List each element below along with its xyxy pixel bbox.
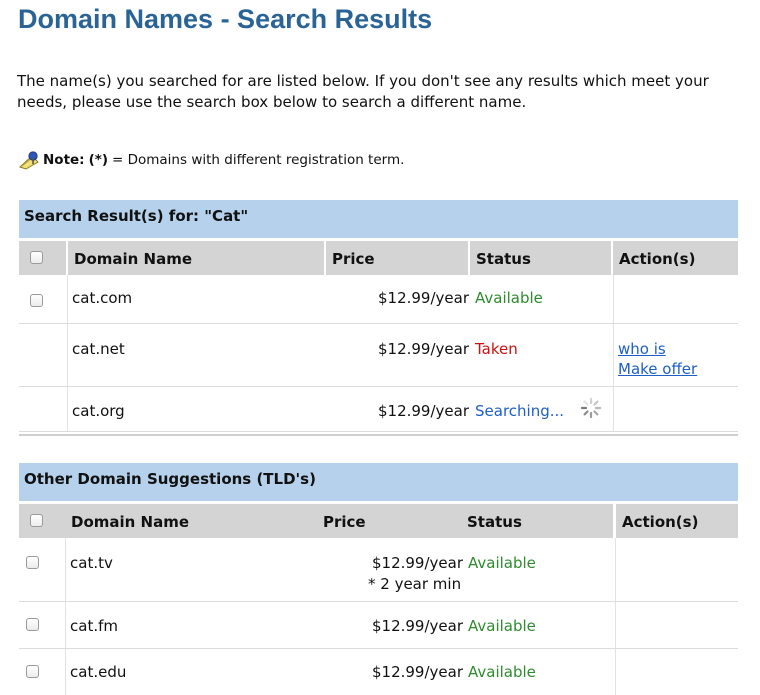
note-text: = Domains with different registration te… [112, 152, 405, 168]
note-label: Note: [43, 152, 85, 168]
domain-price: $12.99/year [371, 554, 463, 572]
suggestions-header-row: Domain Name Price Status Action(s) [19, 504, 738, 538]
domain-name: cat.net [72, 340, 125, 358]
domain-name: cat.com [72, 289, 133, 307]
header-price: Price [326, 241, 468, 275]
page-title: Domain Names - Search Results [18, 4, 433, 34]
make-offer-link[interactable]: Make offer [618, 360, 697, 378]
row-checkbox[interactable] [30, 294, 43, 307]
suggestion-row: cat.tv $12.99/year * 2 year min Availabl… [19, 538, 738, 602]
intro-text: The name(s) you searched for are listed … [17, 72, 709, 111]
select-all-checkbox[interactable] [30, 251, 43, 264]
domain-price: $12.99/year [371, 617, 463, 635]
note: Note: (*) = Domains with different regis… [18, 150, 404, 170]
status-searching: Searching... [475, 402, 565, 420]
search-results-heading: Search Result(s) for: "Cat" [19, 200, 738, 238]
suggestions-section: Other Domain Suggestions (TLD's) Domain … [19, 463, 738, 695]
status-available: Available [475, 289, 543, 307]
term-note: * 2 year min [368, 575, 462, 593]
domain-price: $12.99/year [377, 402, 469, 420]
header-status: Status [470, 241, 611, 275]
search-results-header-row: Domain Name Price Status Action(s) [19, 241, 738, 275]
domain-price: $12.99/year [371, 663, 463, 681]
pushpin-note-icon [19, 151, 39, 170]
select-all-checkbox[interactable] [30, 514, 43, 527]
header-actions: Action(s) [613, 241, 738, 275]
domain-price: $12.99/year [377, 340, 469, 358]
domain-name: cat.fm [70, 617, 118, 635]
result-row: cat.org $12.99/year Searching... [19, 387, 738, 432]
domain-name: cat.tv [70, 554, 113, 572]
loading-spinner-icon [580, 397, 602, 419]
status-available: Available [468, 617, 536, 635]
whois-link[interactable]: who is [618, 340, 666, 358]
suggestion-row: cat.fm $12.99/year Available [19, 602, 738, 649]
domain-name: cat.edu [70, 663, 127, 681]
domain-price: $12.99/year [377, 289, 469, 307]
header-domain-name: Domain Name [65, 504, 318, 538]
status-available: Available [468, 663, 536, 681]
status-taken: Taken [475, 340, 518, 358]
suggestion-row: cat.edu $12.99/year Available [19, 649, 738, 695]
row-checkbox[interactable] [26, 618, 39, 631]
row-checkbox[interactable] [26, 665, 39, 678]
header-price: Price [317, 504, 461, 538]
suggestions-heading: Other Domain Suggestions (TLD's) [19, 463, 738, 501]
header-domain-name: Domain Name [68, 241, 324, 275]
header-actions: Action(s) [616, 504, 738, 538]
row-checkbox[interactable] [26, 556, 39, 569]
select-all-header [19, 241, 66, 275]
table-end-divider [19, 434, 738, 436]
status-available: Available [468, 554, 536, 572]
result-row: cat.net $12.99/year Taken who is Make of… [19, 324, 738, 387]
header-status: Status [461, 504, 613, 538]
search-results-section: Search Result(s) for: "Cat" Domain Name … [19, 200, 738, 436]
domain-name: cat.org [72, 402, 125, 420]
result-row: cat.com $12.99/year Available [19, 275, 738, 324]
note-star: (*) [88, 152, 108, 168]
select-all-header [19, 504, 66, 538]
